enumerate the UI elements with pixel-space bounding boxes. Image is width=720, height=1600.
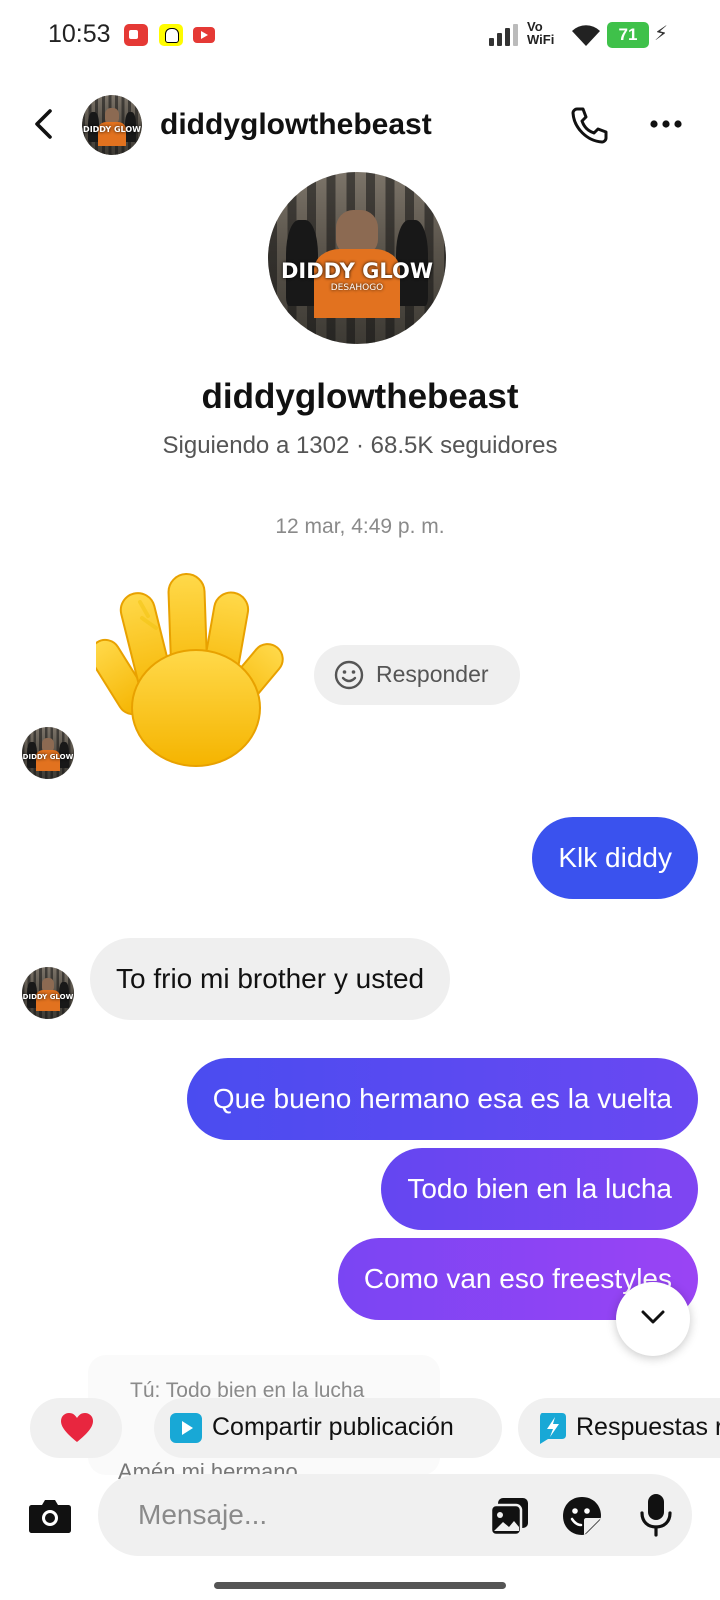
wifi-icon bbox=[572, 25, 600, 46]
microphone-icon[interactable] bbox=[638, 1492, 674, 1538]
camera-icon[interactable] bbox=[28, 1495, 72, 1535]
share-post-icon bbox=[170, 1413, 202, 1443]
message-bubble-outgoing[interactable]: Todo bien en la lucha bbox=[381, 1148, 698, 1230]
profile-username: diddyglowthebeast bbox=[201, 377, 519, 416]
message-bubble-incoming[interactable]: To frio mi brother y usted bbox=[90, 938, 451, 1020]
message-field bbox=[98, 1474, 692, 1556]
status-bar: 10:53 Vo WiFi 71 ⚡ bbox=[0, 0, 720, 72]
quick-replies-button[interactable]: Respuestas rápidas bbox=[518, 1398, 720, 1458]
status-time: 10:53 bbox=[48, 20, 111, 48]
charging-icon: ⚡ bbox=[654, 23, 669, 45]
avatar-logo: DIDDY GLOW bbox=[83, 125, 141, 135]
message-input[interactable] bbox=[138, 1496, 458, 1534]
back-icon[interactable] bbox=[26, 106, 62, 142]
profile-avatar[interactable]: DIDDY GLOW DESAHOGO bbox=[268, 172, 446, 344]
sender-avatar[interactable]: DIDDY GLOW bbox=[22, 967, 74, 1019]
smiley-icon bbox=[334, 660, 364, 690]
profile-avatar-logo: DIDDY GLOW DESAHOGO bbox=[281, 259, 433, 294]
scroll-to-bottom-button[interactable] bbox=[616, 1282, 690, 1356]
quick-replies-label: Respuestas rápidas bbox=[576, 1413, 720, 1441]
reply-label: Responder bbox=[376, 661, 489, 687]
vowifi-label: Vo WiFi bbox=[527, 19, 555, 47]
header-avatar[interactable]: DIDDY GLOW bbox=[82, 95, 142, 155]
quick-replies-icon bbox=[540, 1413, 566, 1444]
share-post-button[interactable]: Compartir publicación bbox=[154, 1398, 502, 1458]
screen-recorder-icon bbox=[124, 24, 148, 46]
snapchat-icon bbox=[159, 24, 183, 46]
battery-indicator: 71 bbox=[607, 22, 649, 48]
header-username[interactable]: diddyglowthebeast bbox=[160, 108, 432, 142]
phone-call-icon[interactable] bbox=[568, 104, 610, 146]
reply-button[interactable]: Responder bbox=[314, 645, 520, 705]
chevron-down-icon bbox=[641, 1310, 665, 1324]
heart-button[interactable] bbox=[30, 1398, 122, 1458]
waving-hand-icon[interactable] bbox=[96, 568, 292, 768]
chat-header: DIDDY GLOW diddyglowthebeast bbox=[0, 92, 720, 160]
heart-icon bbox=[61, 1413, 93, 1442]
quick-reply-row: Compartir publicación Respuestas rápidas bbox=[0, 1398, 720, 1458]
gallery-icon[interactable] bbox=[488, 1494, 532, 1538]
home-indicator[interactable] bbox=[214, 1582, 506, 1589]
share-post-label: Compartir publicación bbox=[212, 1413, 454, 1441]
youtube-icon bbox=[193, 27, 215, 43]
profile-stats: Siguiendo a 1302 · 68.5K seguidores bbox=[162, 432, 558, 459]
signal-icon bbox=[489, 24, 521, 46]
sticker-icon[interactable] bbox=[560, 1494, 604, 1538]
sender-avatar[interactable]: DIDDY GLOW bbox=[22, 727, 74, 779]
message-bubble-outgoing[interactable]: Klk diddy bbox=[532, 817, 698, 899]
more-options-icon[interactable] bbox=[646, 106, 686, 142]
thread-timestamp: 12 mar, 4:49 p. m. bbox=[275, 515, 445, 538]
message-composer bbox=[18, 1474, 692, 1556]
message-bubble-outgoing[interactable]: Que bueno hermano esa es la vuelta bbox=[186, 1058, 698, 1140]
